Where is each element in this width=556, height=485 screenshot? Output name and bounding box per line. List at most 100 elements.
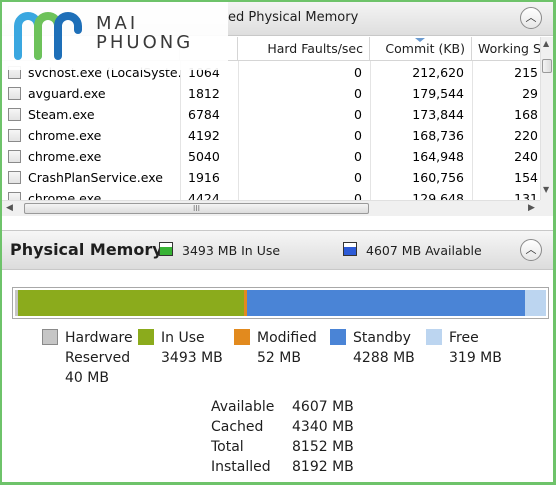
stat-total-value: 8152 MB xyxy=(292,439,354,455)
process-name: Steam.exe xyxy=(28,107,95,122)
legend-label-line2: Reserved xyxy=(65,350,131,366)
process-hard-faults: 0 xyxy=(354,149,362,164)
in-use-indicator-icon xyxy=(159,242,173,256)
scroll-grip: III xyxy=(192,204,201,213)
resource-monitor-memory-tab: ed Physical Memory ︿ Hard Faults/sec Com… xyxy=(2,2,553,482)
process-working-set: 220 xyxy=(514,128,538,143)
stat-available-value: 4607 MB xyxy=(292,399,354,415)
stat-installed-value: 8192 MB xyxy=(292,459,354,475)
stat-total-label: Total xyxy=(211,439,244,455)
row-checkbox[interactable] xyxy=(8,171,21,184)
logo-mark-icon xyxy=(14,12,82,60)
process-working-set: 215 xyxy=(514,65,538,80)
legend-label: Free xyxy=(449,330,479,346)
vertical-scrollbar[interactable]: ▲ ▼ xyxy=(540,37,553,200)
row-checkbox[interactable] xyxy=(8,129,21,142)
process-working-set: 168 xyxy=(514,107,538,122)
legend-label: Standby xyxy=(353,330,411,346)
process-working-set: 154 xyxy=(514,170,538,185)
process-pid: 1812 xyxy=(188,86,220,101)
process-pid: 6784 xyxy=(188,107,220,122)
process-hard-faults: 0 xyxy=(354,107,362,122)
watermark-logo: MAI PHUONG xyxy=(2,2,228,70)
scroll-down-icon[interactable]: ▼ xyxy=(543,185,549,194)
table-row[interactable]: chrome.exe 4192 0 168,736 220 xyxy=(2,125,542,146)
process-commit: 179,544 xyxy=(412,86,464,101)
scroll-corner xyxy=(540,200,553,216)
processes-pane-title: ed Physical Memory xyxy=(228,10,359,25)
stat-available-label: Available xyxy=(211,399,275,415)
bar-segment-standby xyxy=(247,290,525,316)
legend-value: 319 MB xyxy=(449,350,502,366)
stat-cached-label: Cached xyxy=(211,419,264,435)
chevron-up-icon[interactable]: ︿ xyxy=(520,7,542,29)
table-row[interactable]: CrashPlanService.exe 1916 0 160,756 154 xyxy=(2,167,542,188)
pane-separator xyxy=(2,216,553,230)
available-indicator-icon xyxy=(343,242,357,256)
process-hard-faults: 0 xyxy=(354,86,362,101)
legend-value: 3493 MB xyxy=(161,350,223,366)
column-header-hard-faults[interactable]: Hard Faults/sec xyxy=(238,37,370,61)
bar-segment-free xyxy=(525,290,546,316)
horizontal-scrollbar[interactable]: ◀ III ▶ xyxy=(2,200,540,216)
table-row[interactable]: chrome.exe 5040 0 164,948 240 xyxy=(2,146,542,167)
process-hard-faults: 0 xyxy=(354,191,362,200)
legend-swatch xyxy=(234,329,250,345)
legend-swatch xyxy=(330,329,346,345)
legend-label: Hardware xyxy=(65,330,133,346)
process-working-set: 240 xyxy=(514,149,538,164)
row-checkbox[interactable] xyxy=(8,87,21,100)
available-summary: 4607 MB Available xyxy=(366,243,482,258)
scroll-left-icon[interactable]: ◀ xyxy=(6,203,13,213)
stat-installed-label: Installed xyxy=(211,459,271,475)
scroll-thumb[interactable] xyxy=(542,59,552,73)
scroll-right-icon[interactable]: ▶ xyxy=(528,203,535,213)
process-hard-faults: 0 xyxy=(354,65,362,80)
watermark-line2: PHUONG xyxy=(96,32,194,53)
scroll-up-icon[interactable]: ▲ xyxy=(543,39,549,48)
chevron-up-icon[interactable]: ︿ xyxy=(520,239,542,261)
process-hard-faults: 0 xyxy=(354,128,362,143)
process-pid: 1916 xyxy=(188,170,220,185)
row-checkbox[interactable] xyxy=(8,192,21,200)
process-name: avguard.exe xyxy=(28,86,106,101)
stat-cached-value: 4340 MB xyxy=(292,419,354,435)
watermark-line1: MAI xyxy=(96,13,139,34)
process-pid: 5040 xyxy=(188,149,220,164)
process-name: chrome.exe xyxy=(28,191,102,200)
legend-value: 40 MB xyxy=(65,370,109,386)
table-row[interactable]: Steam.exe 6784 0 173,844 168 xyxy=(2,104,542,125)
legend-value: 52 MB xyxy=(257,350,301,366)
scroll-thumb[interactable]: III xyxy=(24,203,369,214)
process-working-set: 29 xyxy=(522,86,538,101)
column-header-working-set[interactable]: Working S xyxy=(472,37,542,61)
sort-descending-icon xyxy=(415,38,425,42)
memory-usage-bar xyxy=(12,287,549,319)
process-hard-faults: 0 xyxy=(354,170,362,185)
process-name: CrashPlanService.exe xyxy=(28,170,163,185)
process-name: chrome.exe xyxy=(28,128,102,143)
row-checkbox[interactable] xyxy=(8,108,21,121)
table-row[interactable]: chrome.exe 4424 0 129,648 131 xyxy=(2,188,542,200)
process-pid: 4192 xyxy=(188,128,220,143)
process-name: chrome.exe xyxy=(28,149,102,164)
process-commit: 129,648 xyxy=(412,191,464,200)
process-commit: 164,948 xyxy=(412,149,464,164)
table-row[interactable]: avguard.exe 1812 0 179,544 29 xyxy=(2,83,542,104)
process-commit: 212,620 xyxy=(412,65,464,80)
row-checkbox[interactable] xyxy=(8,150,21,163)
legend-swatch xyxy=(138,329,154,345)
legend-value: 4288 MB xyxy=(353,350,415,366)
process-pid: 4424 xyxy=(188,191,220,200)
legend-swatch xyxy=(426,329,442,345)
process-table-body: svchost.exe (LocalSyste... 1064 0 212,620 21… xyxy=(2,61,542,200)
legend-label: Modified xyxy=(257,330,317,346)
process-commit: 160,756 xyxy=(412,170,464,185)
process-working-set: 131 xyxy=(514,191,538,200)
process-commit: 168,736 xyxy=(412,128,464,143)
process-commit: 173,844 xyxy=(412,107,464,122)
in-use-summary: 3493 MB In Use xyxy=(182,243,281,258)
legend-swatch xyxy=(42,329,58,345)
bar-segment-in-use xyxy=(18,290,244,316)
physical-memory-header[interactable]: Physical Memory 3493 MB In Use 4607 MB A… xyxy=(2,230,553,270)
